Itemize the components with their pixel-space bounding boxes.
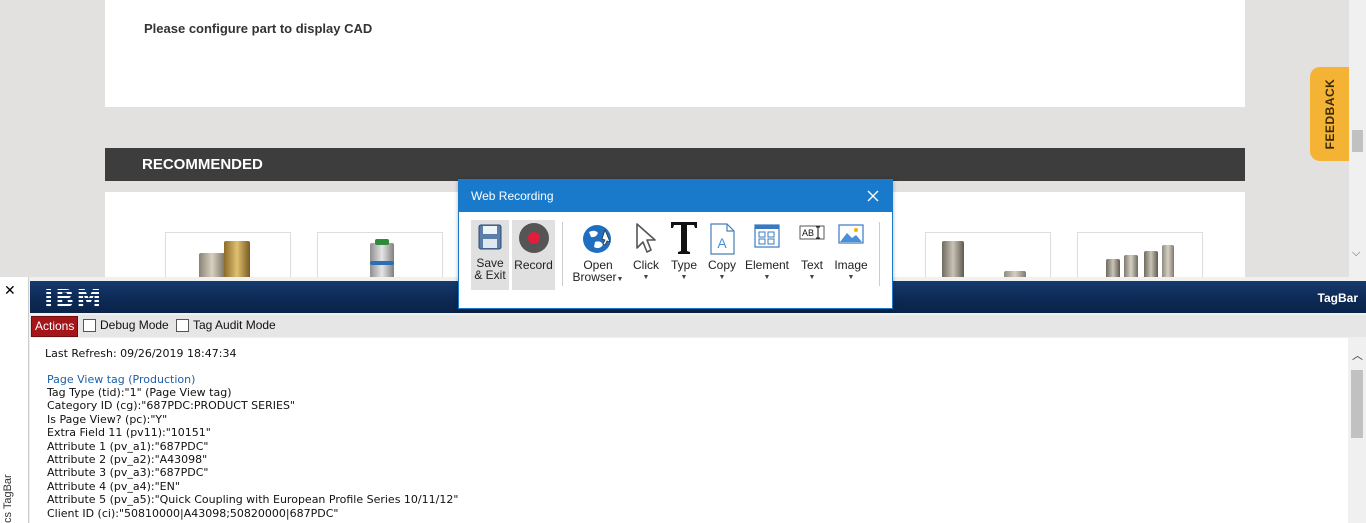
tag-line: Attribute 2 (pv_a2):"A43098" [47, 453, 208, 467]
chevron-down-icon[interactable]: ▼ [667, 272, 701, 284]
copy-button[interactable]: A Copy ▼ [705, 220, 739, 290]
product-image [1106, 259, 1120, 277]
product-card[interactable] [317, 232, 443, 277]
actions-button[interactable]: Actions [31, 316, 79, 337]
feedback-label: FEEDBACK [1323, 78, 1337, 150]
record-label: Record [514, 258, 553, 272]
record-button[interactable]: Record [512, 220, 555, 290]
svg-text:A: A [717, 235, 727, 251]
tagbar-sidebar: ✕ cs TagBar [0, 277, 29, 523]
record-icon [518, 223, 549, 253]
web-recording-dialog: Web Recording Save & Exit Record Open Br… [458, 179, 893, 309]
text-button[interactable]: AB Text ▼ [796, 220, 828, 290]
close-icon[interactable]: ✕ [4, 282, 16, 299]
tagbar-side-label: cs TagBar [2, 474, 14, 523]
tag-audit-mode-label: Tag Audit Mode [193, 318, 276, 332]
product-image [199, 253, 225, 277]
dialog-titlebar[interactable]: Web Recording [459, 180, 892, 212]
cursor-icon [636, 223, 656, 253]
tag-line: Tag Type (tid):"1" (Page View tag) [47, 386, 232, 399]
tagbar-title: TagBar [1317, 291, 1358, 305]
image-icon [838, 224, 864, 244]
feedback-tab[interactable]: FEEDBACK [1310, 67, 1349, 161]
tag-details: Tag Type (tid):"1" (Page View tag) Categ… [47, 386, 458, 520]
product-card[interactable] [1077, 232, 1203, 277]
type-icon [671, 222, 697, 254]
open-browser-button[interactable]: Open Browser▼ [570, 220, 626, 290]
tag-line: Attribute 1 (pv_a1):"687PDC" [47, 439, 209, 453]
chevron-down-icon[interactable]: ▼ [796, 272, 828, 284]
close-icon[interactable] [866, 185, 880, 208]
debug-mode-checkbox[interactable] [83, 318, 96, 332]
tag-line: Category ID (cg):"687PDC:PRODUCT SERIES" [47, 399, 295, 413]
save-exit-button[interactable]: Save & Exit [471, 220, 509, 290]
exit-label: & Exit [474, 268, 506, 282]
product-image [370, 243, 394, 277]
tagbar-toolbar: Actions Debug Mode Tag Audit Mode [30, 315, 1366, 337]
toolbar-separator [879, 222, 880, 286]
product-card[interactable] [925, 232, 1051, 277]
tagbar-panel: ✕ cs TagBar IBM TagBar Actions Debug Mod… [0, 277, 1366, 523]
type-button[interactable]: Type ▼ [667, 220, 701, 290]
cad-panel: Please configure part to display CAD [105, 0, 1245, 107]
copy-label: Copy [707, 258, 736, 272]
scroll-up-arrow-icon[interactable]: ︿ [1352, 347, 1363, 363]
tag-line: Client ID (ci):"50810000|A43098;50820000… [47, 506, 339, 520]
tag-audit-mode-toggle[interactable]: Tag Audit Mode [176, 318, 276, 332]
text-icon: AB [799, 225, 825, 240]
chevron-down-icon[interactable]: ▼ [630, 272, 662, 284]
tagbar-content: Last Refresh: 09/26/2019 18:47:34 Page V… [30, 338, 1348, 523]
tag-audit-mode-checkbox[interactable] [176, 318, 189, 332]
chevron-down-icon[interactable]: ▼ [831, 272, 871, 284]
page-scrollbar[interactable]: ⌵ [1349, 0, 1366, 277]
click-button[interactable]: Click ▼ [630, 220, 662, 290]
debug-mode-label: Debug Mode [100, 318, 169, 332]
tag-line: Attribute 4 (pv_a4):"EN" [47, 479, 180, 493]
globe-icon [583, 225, 611, 253]
element-button[interactable]: Element ▼ [743, 220, 791, 290]
tag-line: Attribute 5 (pv_a5):"Quick Coupling with… [47, 493, 459, 507]
debug-mode-toggle[interactable]: Debug Mode [83, 318, 169, 332]
chevron-down-icon[interactable]: ▼ [743, 272, 791, 284]
tag-title[interactable]: Page View tag (Production) [47, 373, 195, 386]
ibm-logo: IBM [44, 284, 104, 313]
last-refresh: Last Refresh: 09/26/2019 18:47:34 [45, 347, 237, 360]
tag-line: Attribute 3 (pv_a3):"687PDC" [47, 466, 209, 480]
browser-label: Browser▼ [572, 270, 624, 284]
cad-message: Please configure part to display CAD [144, 21, 373, 36]
dialog-title: Web Recording [471, 189, 554, 203]
copy-icon: A [710, 223, 735, 255]
save-icon [478, 224, 502, 250]
scroll-down-arrow-icon[interactable]: ⌵ [1352, 247, 1360, 260]
element-icon [754, 224, 780, 248]
image-label: Image [834, 258, 868, 272]
scrollbar-thumb[interactable] [1352, 130, 1363, 152]
type-label: Type [670, 258, 697, 272]
tag-line: Extra Field 11 (pv11):"10151" [47, 426, 211, 440]
element-label: Element [744, 258, 790, 272]
toolbar-separator [562, 222, 563, 286]
product-image [942, 241, 964, 277]
click-label: Click [633, 258, 659, 272]
scrollbar-thumb[interactable] [1351, 370, 1363, 438]
svg-text:AB: AB [802, 228, 814, 238]
recommended-header: RECOMMENDED [105, 148, 1245, 181]
recommended-title: RECOMMENDED [142, 156, 263, 173]
image-button[interactable]: Image ▼ [831, 220, 871, 290]
tag-line: Is Page View? (pc):"Y" [47, 412, 168, 426]
text-label: Text [800, 258, 823, 272]
product-card[interactable] [165, 232, 291, 277]
chevron-down-icon[interactable]: ▼ [705, 272, 739, 284]
tagbar-scrollbar[interactable]: ︿ [1348, 338, 1366, 523]
